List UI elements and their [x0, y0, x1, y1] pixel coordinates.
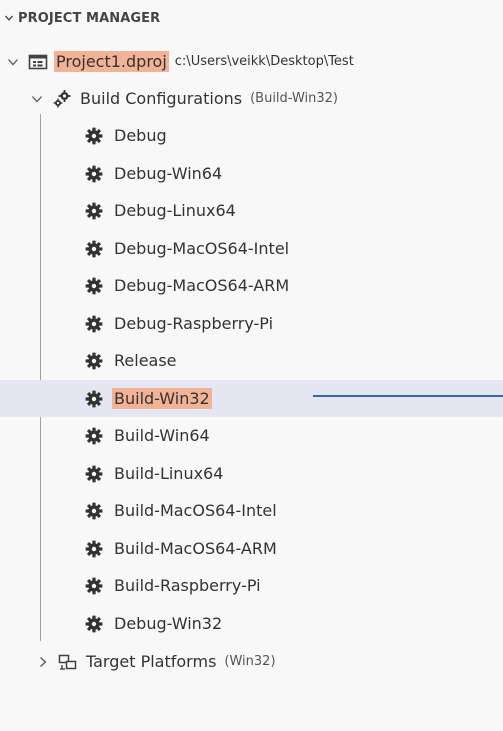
configuration-item[interactable]: Build-Raspberry-Pi: [0, 567, 503, 604]
configuration-item-label: Debug-Win32: [114, 614, 223, 633]
configuration-item[interactable]: Debug-MacOS64-Intel: [0, 230, 503, 267]
configuration-item[interactable]: Build-MacOS64-Intel: [0, 492, 503, 529]
configuration-item-label: Build-Linux64: [114, 464, 224, 483]
gear-icon: [84, 351, 104, 371]
gear-icon: [84, 389, 104, 409]
gear-icon: [84, 576, 104, 596]
configuration-item-label: Debug-Raspberry-Pi: [114, 314, 274, 333]
chevron-down-icon[interactable]: [6, 55, 20, 69]
configuration-item[interactable]: Debug: [0, 117, 503, 154]
chevron-down-icon[interactable]: [30, 92, 44, 106]
project-path: c:\Users\veikk\Desktop\Test: [174, 54, 354, 69]
project-name: Project1.dproj: [54, 51, 169, 72]
gear-icon: [84, 426, 104, 446]
configuration-item[interactable]: Debug-Linux64: [0, 192, 503, 229]
chevron-down-icon[interactable]: [4, 13, 14, 23]
chevron-right-icon[interactable]: [36, 655, 50, 669]
tree-item-build-configurations[interactable]: Build Configurations (Build-Win32): [0, 80, 503, 117]
gear-icon: [84, 314, 104, 334]
configuration-item[interactable]: Build-MacOS64-ARM: [0, 530, 503, 567]
gear-icon: [84, 201, 104, 221]
configuration-item[interactable]: Build-Win64: [0, 417, 503, 454]
build-configurations-current: (Build-Win32): [250, 91, 338, 106]
gear-icon: [84, 276, 104, 296]
configuration-item[interactable]: Debug-MacOS64-ARM: [0, 267, 503, 304]
configuration-item[interactable]: Debug-Raspberry-Pi: [0, 305, 503, 342]
configuration-item-label: Debug-Linux64: [114, 201, 236, 220]
tree-item-target-platforms[interactable]: Target Platforms (Win32): [0, 643, 503, 680]
configuration-item-label: Build-Raspberry-Pi: [114, 576, 261, 595]
gear-icon: [84, 126, 104, 146]
configuration-item-label: Release: [114, 351, 177, 370]
project-window-icon: [28, 52, 48, 72]
platforms-icon: [58, 652, 78, 672]
configuration-item-label: Debug-Win64: [114, 164, 223, 183]
configuration-item-label: Build-Win32: [112, 388, 212, 409]
configuration-item[interactable]: Build-Win32: [0, 380, 503, 417]
configuration-item[interactable]: Release: [0, 342, 503, 379]
build-configurations-label: Build Configurations: [80, 89, 243, 108]
project-manager-panel: PROJECT MANAGER Project1.dproj c:\Users\…: [0, 0, 503, 731]
target-platforms-label: Target Platforms: [86, 652, 217, 671]
gear-icon: [84, 539, 104, 559]
configuration-item-label: Build-MacOS64-ARM: [114, 539, 277, 558]
configuration-item[interactable]: Debug-Win32: [0, 605, 503, 642]
target-platforms-current: (Win32): [224, 654, 276, 669]
configuration-item-label: Debug: [114, 126, 167, 145]
gears-icon: [52, 89, 72, 109]
configuration-item[interactable]: Build-Linux64: [0, 455, 503, 492]
configuration-item-label: Debug-MacOS64-Intel: [114, 239, 290, 258]
gear-icon: [84, 464, 104, 484]
configuration-item-label: Build-Win64: [114, 426, 210, 445]
configuration-item[interactable]: Debug-Win64: [0, 155, 503, 192]
configuration-item-label: Build-MacOS64-Intel: [114, 501, 277, 520]
tree-item-project[interactable]: Project1.dproj c:\Users\veikk\Desktop\Te…: [0, 43, 503, 80]
gear-icon: [84, 164, 104, 184]
gear-icon: [84, 501, 104, 521]
annotation-connector-line: [313, 395, 503, 397]
configuration-item-label: Debug-MacOS64-ARM: [114, 276, 290, 295]
section-header[interactable]: PROJECT MANAGER: [4, 6, 160, 30]
gear-icon: [84, 614, 104, 634]
section-title: PROJECT MANAGER: [18, 10, 161, 26]
gear-icon: [84, 239, 104, 259]
